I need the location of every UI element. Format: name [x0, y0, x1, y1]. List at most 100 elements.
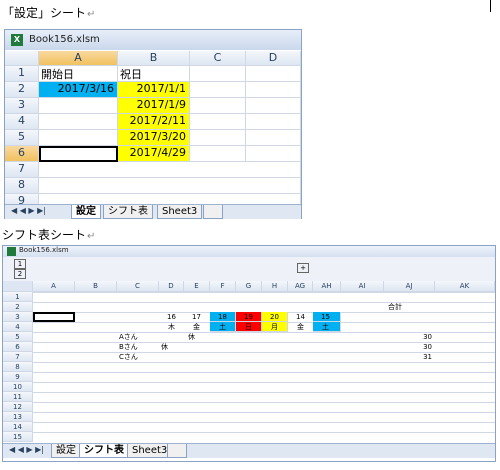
date-d3[interactable]: 16 [159, 312, 184, 322]
expand-group-button[interactable]: + [297, 263, 309, 273]
cell-c2[interactable] [190, 82, 246, 98]
row-9[interactable]: 9 [3, 372, 33, 382]
new-sheet-icon-2[interactable] [167, 444, 187, 458]
column-header-d[interactable]: D [246, 51, 301, 66]
date-h3[interactable]: 20 [262, 312, 288, 322]
sheet-nav-buttons-2[interactable]: ◀ ◀ ▶ ▶| [9, 445, 44, 454]
cell-d2[interactable] [246, 82, 301, 98]
tab-settings[interactable]: 設定 [71, 205, 101, 219]
weekday-ag4[interactable]: 金 [288, 322, 313, 332]
cell-c6[interactable] [190, 146, 246, 162]
date-e3[interactable]: 17 [184, 312, 210, 322]
cell-a5[interactable] [39, 130, 118, 146]
cell-b4[interactable]: 2017/2/11 [118, 114, 190, 130]
col-ah[interactable]: AH [313, 281, 341, 292]
cell-d5[interactable] [246, 130, 301, 146]
tab-shift-2[interactable]: シフト表 [79, 444, 129, 458]
col-ai[interactable]: AI [341, 281, 384, 292]
tab-sheet3-2[interactable]: Sheet3 [127, 444, 173, 458]
col-h[interactable]: H [262, 281, 288, 292]
cell-a2[interactable]: 2017/3/16 [39, 82, 118, 98]
row-7[interactable]: 7 [3, 352, 33, 362]
row-2[interactable]: 2 [3, 302, 33, 312]
cell-b2[interactable]: 2017/1/1 [118, 82, 190, 98]
cell-b5[interactable]: 2017/3/20 [118, 130, 190, 146]
row-header-6[interactable]: 6 [5, 146, 39, 162]
col-b[interactable]: B [75, 281, 117, 292]
row-header-8[interactable]: 8 [5, 178, 39, 194]
row-8[interactable]: 8 [3, 362, 33, 372]
col-ag[interactable]: AG [288, 281, 313, 292]
sheet-nav-buttons[interactable]: ◀ ◀ ▶ ▶| [11, 206, 46, 215]
date-ag3[interactable]: 14 [288, 312, 313, 322]
cell-c1[interactable] [190, 66, 246, 82]
cell-d4[interactable] [246, 114, 301, 130]
row-header-5[interactable]: 5 [5, 130, 39, 146]
cell-d3[interactable] [246, 98, 301, 114]
col-a[interactable]: A [33, 281, 75, 292]
date-ah3[interactable]: 15 [313, 312, 341, 322]
empty-row-8[interactable] [39, 178, 301, 194]
group-level-1-button[interactable]: 1 [14, 259, 26, 269]
cell-a6-active[interactable] [39, 146, 118, 162]
weekday-g4[interactable]: 日 [236, 322, 262, 332]
select-all-corner-2[interactable] [3, 281, 33, 292]
row-12[interactable]: 12 [3, 402, 33, 412]
col-ak[interactable]: AK [435, 281, 495, 292]
row-13[interactable]: 13 [3, 412, 33, 422]
weekday-ah4[interactable]: 土 [313, 322, 341, 332]
date-f3[interactable]: 18 [210, 312, 236, 322]
person-c-total[interactable]: 31 [384, 352, 435, 362]
cell-a1[interactable]: 開始日 [39, 66, 118, 82]
row-header-3[interactable]: 3 [5, 98, 39, 114]
total-label[interactable]: 合計 [384, 302, 435, 312]
person-a-total[interactable]: 30 [384, 332, 435, 342]
row-4[interactable]: 4 [3, 322, 33, 332]
person-a-e[interactable]: 休 [184, 332, 210, 342]
cell-b6[interactable]: 2017/4/29 [118, 146, 190, 162]
row-header-2[interactable]: 2 [5, 82, 39, 98]
cell-a3-active[interactable] [33, 312, 75, 322]
cell-a3[interactable] [39, 98, 118, 114]
tab-settings-2[interactable]: 設定 [51, 444, 81, 458]
person-name-b[interactable]: Bさん [117, 342, 159, 352]
col-d[interactable]: D [159, 281, 184, 292]
col-e[interactable]: E [184, 281, 210, 292]
cell-b1[interactable]: 祝日 [118, 66, 190, 82]
person-name-a[interactable]: Aさん [117, 332, 159, 342]
col-f[interactable]: F [210, 281, 236, 292]
person-b-d[interactable]: 休 [159, 342, 184, 352]
cell-c3[interactable] [190, 98, 246, 114]
cell-c4[interactable] [190, 114, 246, 130]
new-sheet-icon[interactable] [203, 205, 223, 219]
row-11[interactable]: 11 [3, 392, 33, 402]
cell-d1[interactable] [246, 66, 301, 82]
group-level-2-button[interactable]: 2 [14, 269, 26, 279]
column-header-b[interactable]: B [118, 51, 190, 66]
row-header-4[interactable]: 4 [5, 114, 39, 130]
column-header-a[interactable]: A [39, 51, 118, 66]
col-g[interactable]: G [236, 281, 262, 292]
weekday-d4[interactable]: 木 [159, 322, 184, 332]
weekday-f4[interactable]: 土 [210, 322, 236, 332]
row-10[interactable]: 10 [3, 382, 33, 392]
tab-shift[interactable]: シフト表 [103, 205, 153, 219]
select-all-corner[interactable] [5, 51, 39, 66]
cell-d6[interactable] [246, 146, 301, 162]
weekday-e4[interactable]: 金 [184, 322, 210, 332]
row-1[interactable]: 1 [3, 292, 33, 302]
row-header-1[interactable]: 1 [5, 66, 39, 82]
person-b-total[interactable]: 30 [384, 342, 435, 352]
column-header-c[interactable]: C [190, 51, 246, 66]
weekday-h4[interactable]: 月 [262, 322, 288, 332]
row-15[interactable]: 15 [3, 432, 33, 442]
col-c[interactable]: C [117, 281, 159, 292]
cell-b3[interactable]: 2017/1/9 [118, 98, 190, 114]
date-g3[interactable]: 19 [236, 312, 262, 322]
row-header-7[interactable]: 7 [5, 162, 39, 178]
row-14[interactable]: 14 [3, 422, 33, 432]
row-6[interactable]: 6 [3, 342, 33, 352]
row-5[interactable]: 5 [3, 332, 33, 342]
tab-sheet3[interactable]: Sheet3 [157, 205, 203, 219]
person-name-c[interactable]: Cさん [117, 352, 159, 362]
